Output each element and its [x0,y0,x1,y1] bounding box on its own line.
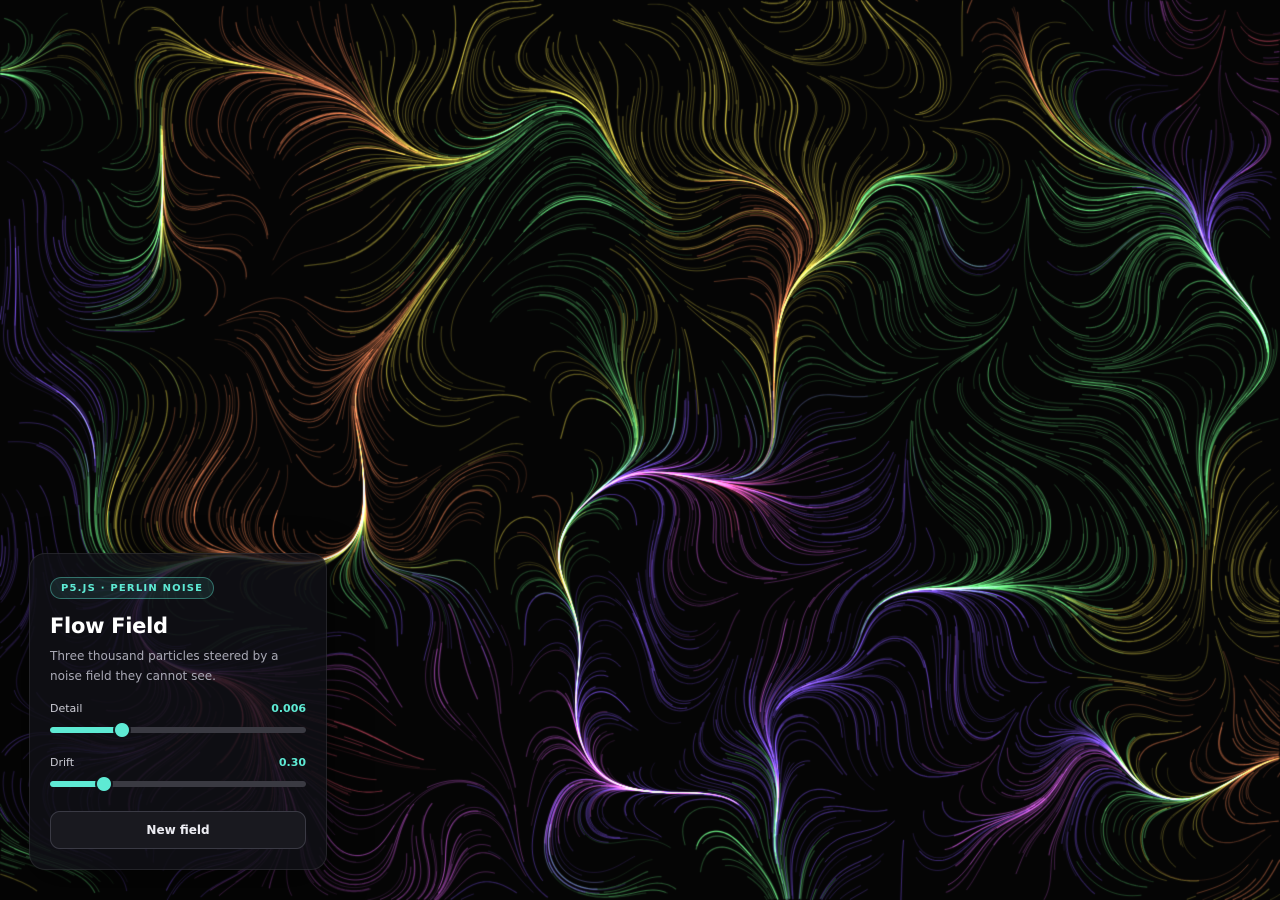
detail-label: Detail [50,701,83,715]
slider-fill [50,727,122,733]
slider-thumb[interactable] [114,723,129,737]
description: Three thousand particles steered by a no… [50,649,279,683]
drift-value: 0.30 [278,755,306,769]
page-title: Flow Field [50,614,168,638]
detail-control: Detail 0.006 [50,700,306,738]
library-badge: P5.JS · PERLIN NOISE [50,577,215,599]
drift-control: Drift 0.30 [50,754,306,792]
detail-value: 0.006 [271,701,306,715]
drift-slider[interactable] [50,776,306,792]
detail-slider[interactable] [50,722,306,738]
control-panel: P5.JS · PERLIN NOISE Flow Field Three th… [29,553,327,870]
slider-fill [50,781,104,787]
new-field-button[interactable]: New field [50,811,306,849]
drift-label: Drift [50,755,75,769]
slider-thumb[interactable] [96,777,111,791]
